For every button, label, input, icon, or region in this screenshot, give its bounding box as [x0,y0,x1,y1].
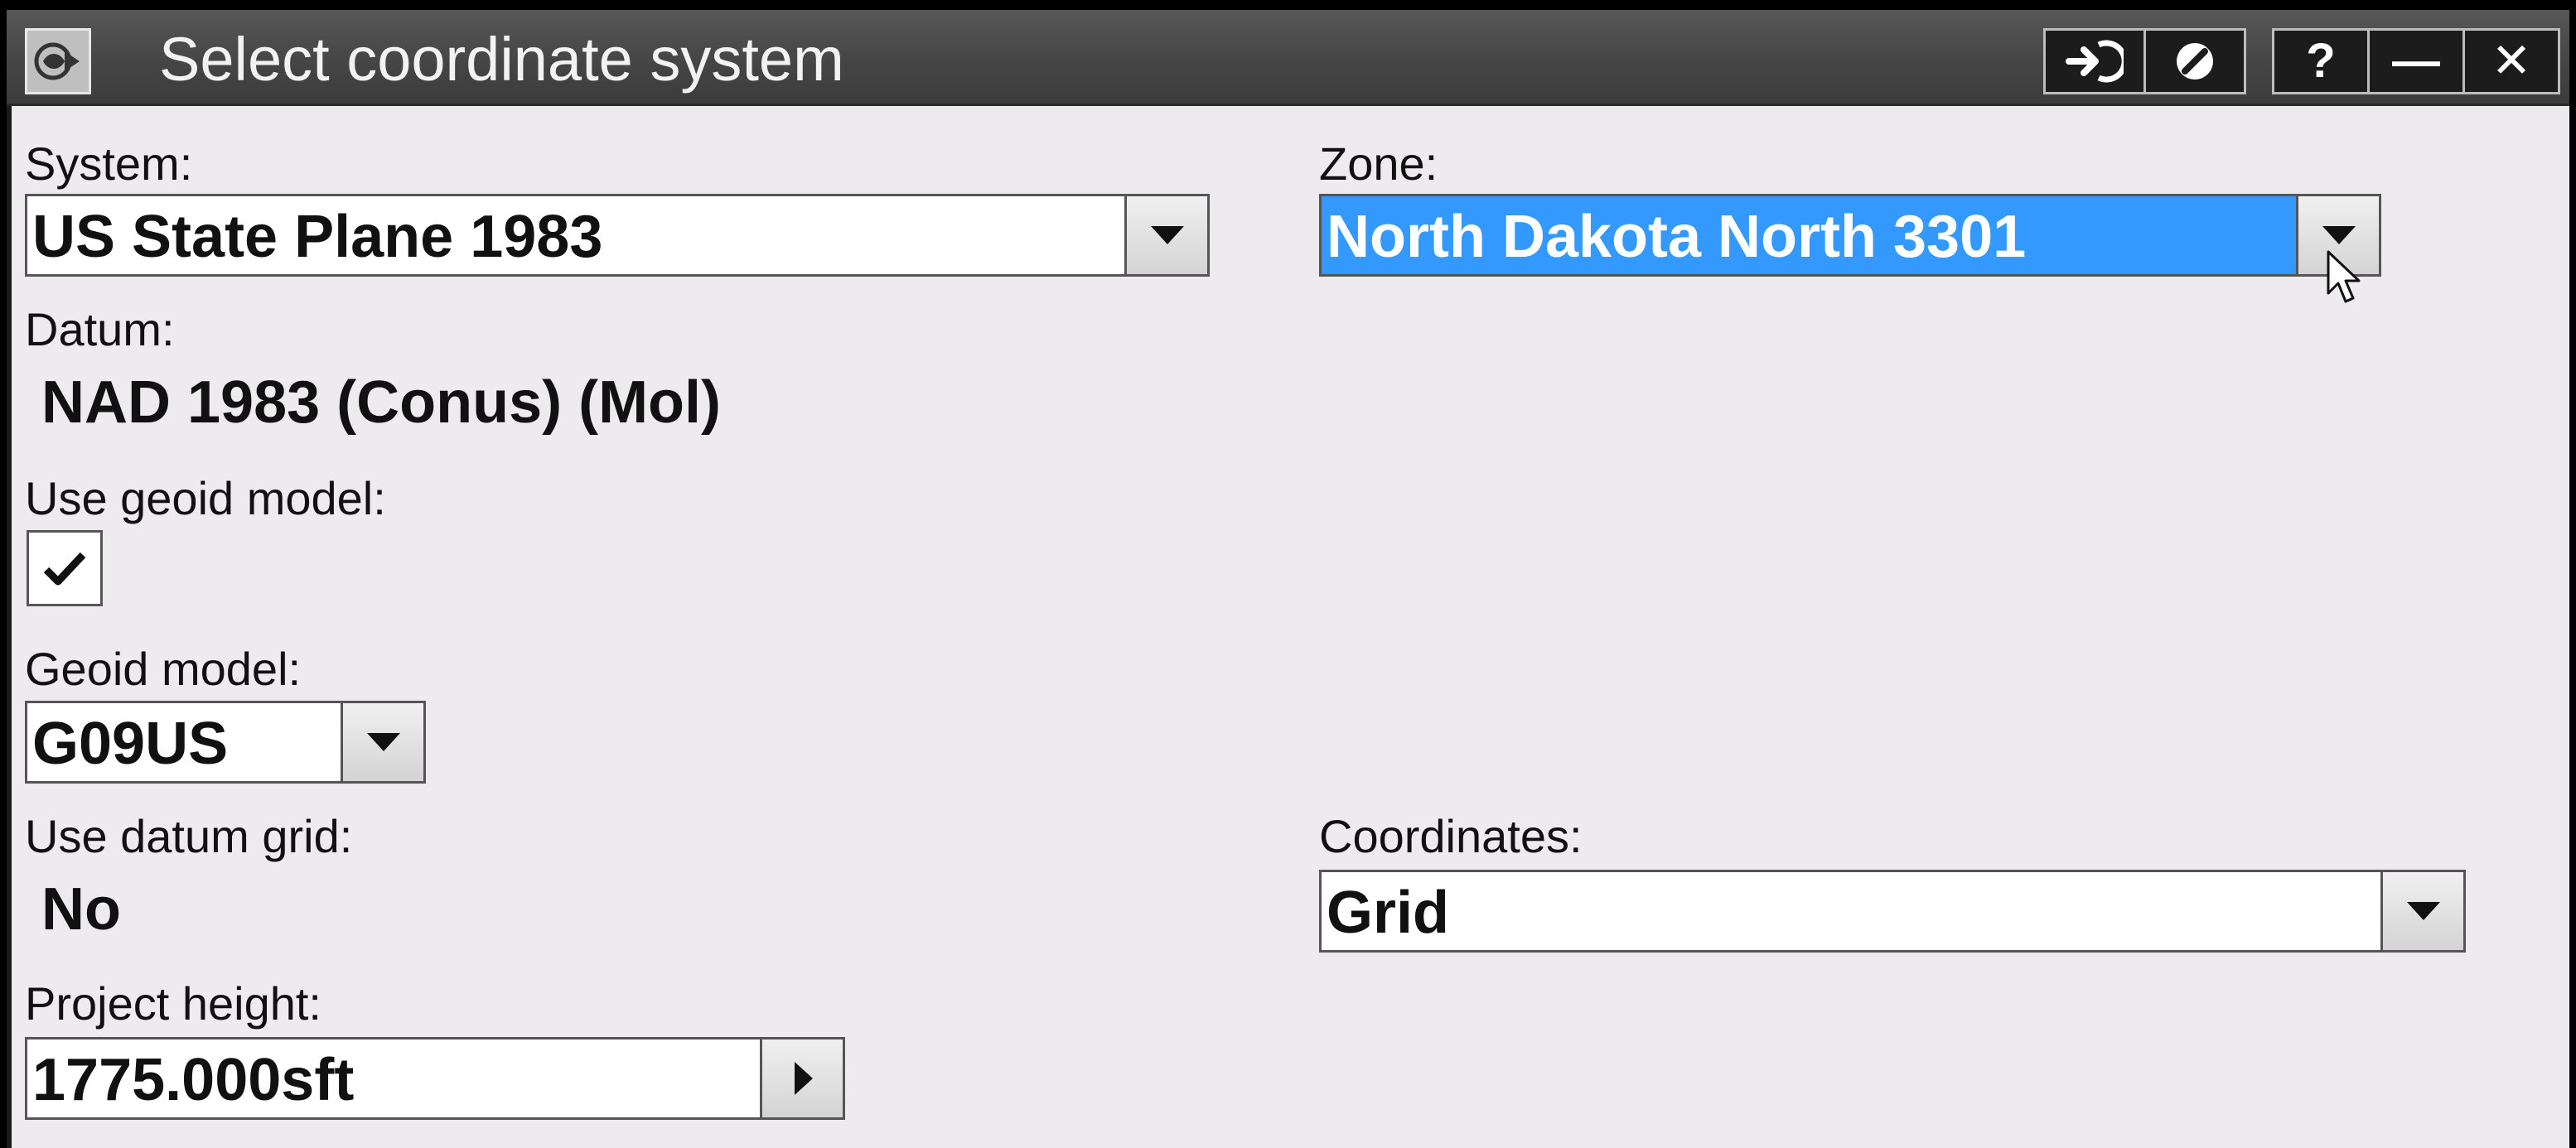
system-dropdown[interactable]: US State Plane 1983 [25,194,1210,277]
geoid-model-value: G09US [32,711,229,777]
help-icon: ? [2306,34,2336,88]
geoid-model-dropdown[interactable]: G09US [25,701,426,784]
coordinates-label: Coordinates: [1319,810,1583,862]
geoid-model-dropdown-arrow[interactable] [341,703,423,781]
coordinates-dropdown-arrow[interactable] [2380,872,2463,950]
close-icon: ✕ [2491,34,2532,88]
geoid-model-label: Geoid model: [25,643,302,695]
use-geoid-model-label: Use geoid model: [25,472,386,524]
mouse-cursor-icon [2327,250,2361,303]
chevron-down-icon [2322,226,2356,244]
use-datum-grid-value: No [41,876,121,943]
window-title: Select coordinate system [159,25,844,94]
chevron-down-icon [1150,226,1184,244]
title-bar: Select coordinate system ? — ✕ [7,10,2569,106]
project-height-arrow-button[interactable] [760,1039,843,1117]
minimize-icon: — [2392,34,2440,88]
chevron-down-icon [366,733,400,751]
datum-value: NAD 1983 (Conus) (Mol) [41,369,722,436]
dialog-window [7,10,2569,1148]
close-button[interactable]: ✕ [2462,28,2560,94]
coordinates-value: Grid [1327,880,1450,946]
zone-label: Zone: [1319,137,1438,190]
checkmark-icon [43,552,86,586]
chevron-down-icon [2406,902,2440,920]
use-datum-grid-label: Use datum grid: [25,810,353,862]
accept-button[interactable] [2043,28,2146,94]
project-height-input[interactable]: 1775.000sft [25,1037,845,1120]
project-height-label: Project height: [25,977,321,1030]
no-entry-icon [2177,43,2213,80]
datum-label: Datum: [25,303,175,355]
project-height-value: 1775.000sft [32,1047,355,1113]
cancel-button[interactable] [2143,28,2246,94]
chevron-right-icon [794,1062,813,1095]
minimize-button[interactable]: — [2367,28,2465,94]
zone-dropdown[interactable]: North Dakota North 3301 [1319,194,2381,277]
app-logo-icon [25,28,91,94]
system-label: System: [25,137,193,190]
system-value: US State Plane 1983 [32,204,603,270]
help-button[interactable]: ? [2272,28,2370,94]
arrow-enter-icon [2066,40,2124,83]
zone-value: North Dakota North 3301 [1327,204,2027,270]
coordinates-dropdown[interactable]: Grid [1319,870,2466,953]
system-dropdown-arrow[interactable] [1124,196,1207,274]
use-geoid-model-checkbox[interactable] [27,530,103,606]
